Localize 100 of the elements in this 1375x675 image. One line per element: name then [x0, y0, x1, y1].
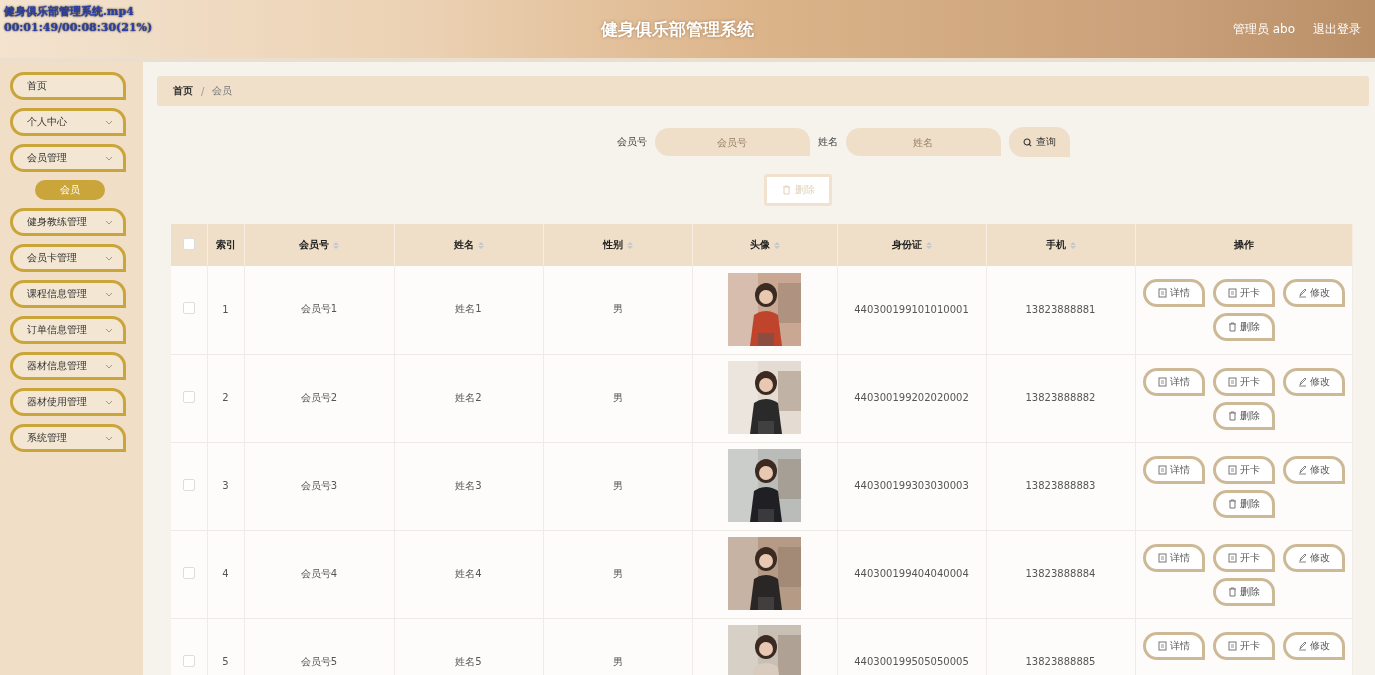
table-cell: 13823888881 [986, 266, 1135, 354]
table-cell: 会员号4 [244, 530, 394, 618]
table-cell: 1 [207, 266, 244, 354]
table-cell: 13823888883 [986, 442, 1135, 530]
table-cell: 会员号5 [244, 618, 394, 675]
action-button[interactable]: 详情 [1142, 367, 1205, 396]
column-header[interactable]: 头像 [692, 224, 837, 266]
sidebar-item[interactable]: 健身教练管理 [10, 208, 126, 236]
table-cell: 3 [207, 442, 244, 530]
action-button[interactable]: 删除 [1212, 489, 1275, 518]
sort-icon[interactable] [1069, 240, 1076, 250]
app-title: 健身俱乐部管理系统 [600, 17, 754, 41]
video-time: 00:01:49/00:08:30(21%) [4, 21, 153, 34]
field-label: 会员号 [616, 135, 647, 149]
sort-icon[interactable] [626, 240, 633, 250]
column-header[interactable]: 姓名 [394, 224, 543, 266]
action-button[interactable]: 删除 [1212, 313, 1275, 341]
table-cell: 440300199303030003 [837, 442, 986, 530]
sidebar-item[interactable]: 器材信息管理 [10, 352, 126, 380]
pencil-icon [1297, 376, 1307, 387]
action-button[interactable]: 开卡 [1212, 455, 1275, 484]
breadcrumb-item: 会员 [212, 84, 233, 98]
pencil-icon [1297, 640, 1307, 651]
document-icon [1227, 376, 1237, 387]
action-button[interactable]: 修改 [1282, 455, 1345, 484]
action-button[interactable]: 详情 [1142, 455, 1205, 484]
action-button[interactable]: 删除 [1212, 577, 1275, 606]
breadcrumb-item[interactable]: 首页 [173, 84, 193, 98]
chevron-down-icon [105, 399, 113, 405]
action-button[interactable]: 详情 [1142, 279, 1205, 307]
chevron-down-icon [105, 291, 113, 297]
table-cell: 13823888882 [986, 354, 1135, 442]
trash-icon [1227, 322, 1237, 332]
pencil-icon [1297, 288, 1307, 298]
document-icon [1157, 288, 1167, 298]
sidebar-item[interactable]: 个人中心 [10, 108, 126, 136]
table-cell: 姓名4 [394, 530, 543, 618]
sidebar-item[interactable]: 首页 [10, 72, 126, 100]
action-button[interactable]: 开卡 [1212, 279, 1275, 307]
sidebar-item[interactable]: 会员管理 [10, 144, 126, 172]
search-field[interactable]: 姓名 [845, 128, 1001, 156]
sidebar-item[interactable]: 器材使用管理 [10, 388, 126, 416]
sidebar-item[interactable]: 课程信息管理 [10, 280, 126, 308]
table-cell: 姓名1 [394, 266, 543, 354]
trash-icon [1227, 498, 1237, 509]
action-button[interactable]: 开卡 [1212, 631, 1275, 660]
table-cell: 13823888884 [986, 530, 1135, 618]
row-checkbox[interactable] [182, 478, 195, 491]
table-cell: 姓名5 [394, 618, 543, 675]
action-button[interactable]: 修改 [1282, 631, 1345, 660]
column-header[interactable]: 性别 [543, 224, 692, 266]
table-cell: 男 [543, 354, 692, 442]
table-cell: 男 [543, 442, 692, 530]
document-icon [1227, 552, 1237, 563]
action-button[interactable]: 修改 [1282, 367, 1345, 396]
table-cell: 5 [207, 618, 244, 675]
sort-icon[interactable] [333, 240, 339, 250]
table-cell: 男 [543, 618, 692, 675]
table-cell: 440300199202020002 [837, 354, 986, 442]
action-button[interactable]: 详情 [1142, 631, 1205, 660]
column-header: 索引 [207, 224, 244, 266]
sort-icon[interactable] [925, 240, 932, 250]
action-button[interactable]: 开卡 [1212, 367, 1275, 396]
column-header[interactable]: 身份证 [837, 224, 986, 266]
chevron-down-icon [105, 255, 113, 261]
sidebar-item[interactable]: 会员卡管理 [10, 244, 126, 272]
sidebar-item[interactable]: 订单信息管理 [10, 316, 126, 344]
table-cell: 会员号3 [244, 442, 394, 530]
chevron-down-icon [105, 219, 113, 225]
action-button[interactable]: 详情 [1142, 543, 1205, 572]
document-icon [1157, 552, 1167, 563]
column-header[interactable]: 会员号 [244, 224, 394, 266]
chevron-down-icon [105, 327, 113, 333]
table-cell: 4 [207, 530, 244, 618]
chevron-down-icon [105, 119, 113, 125]
sort-icon[interactable] [773, 240, 780, 250]
document-icon [1157, 376, 1167, 387]
row-checkbox[interactable] [182, 654, 195, 667]
column-header: 操作 [1135, 224, 1352, 266]
trash-icon [1227, 586, 1237, 597]
action-button[interactable]: 删除 [1212, 401, 1275, 430]
table-cell: 2 [207, 354, 244, 442]
table-cell: 姓名2 [394, 354, 543, 442]
row-checkbox[interactable] [182, 302, 195, 315]
sidebar-item[interactable]: 系统管理 [10, 424, 126, 452]
chevron-down-icon [105, 435, 113, 441]
action-button[interactable]: 开卡 [1212, 543, 1275, 572]
select-all-checkbox[interactable] [182, 238, 195, 250]
document-icon [1227, 640, 1237, 651]
chevron-down-icon [105, 363, 113, 369]
table-cell: 会员号1 [244, 266, 394, 354]
row-checkbox[interactable] [182, 390, 195, 403]
search-field[interactable]: 会员号 [654, 128, 810, 156]
sort-icon[interactable] [477, 240, 484, 250]
search-button[interactable]: 查询 [1008, 127, 1070, 157]
action-button[interactable]: 修改 [1282, 543, 1345, 572]
row-checkbox[interactable] [182, 566, 195, 579]
table-cell: 440300199101010001 [837, 266, 986, 354]
column-header[interactable]: 手机 [986, 224, 1135, 266]
action-button[interactable]: 修改 [1282, 279, 1345, 307]
